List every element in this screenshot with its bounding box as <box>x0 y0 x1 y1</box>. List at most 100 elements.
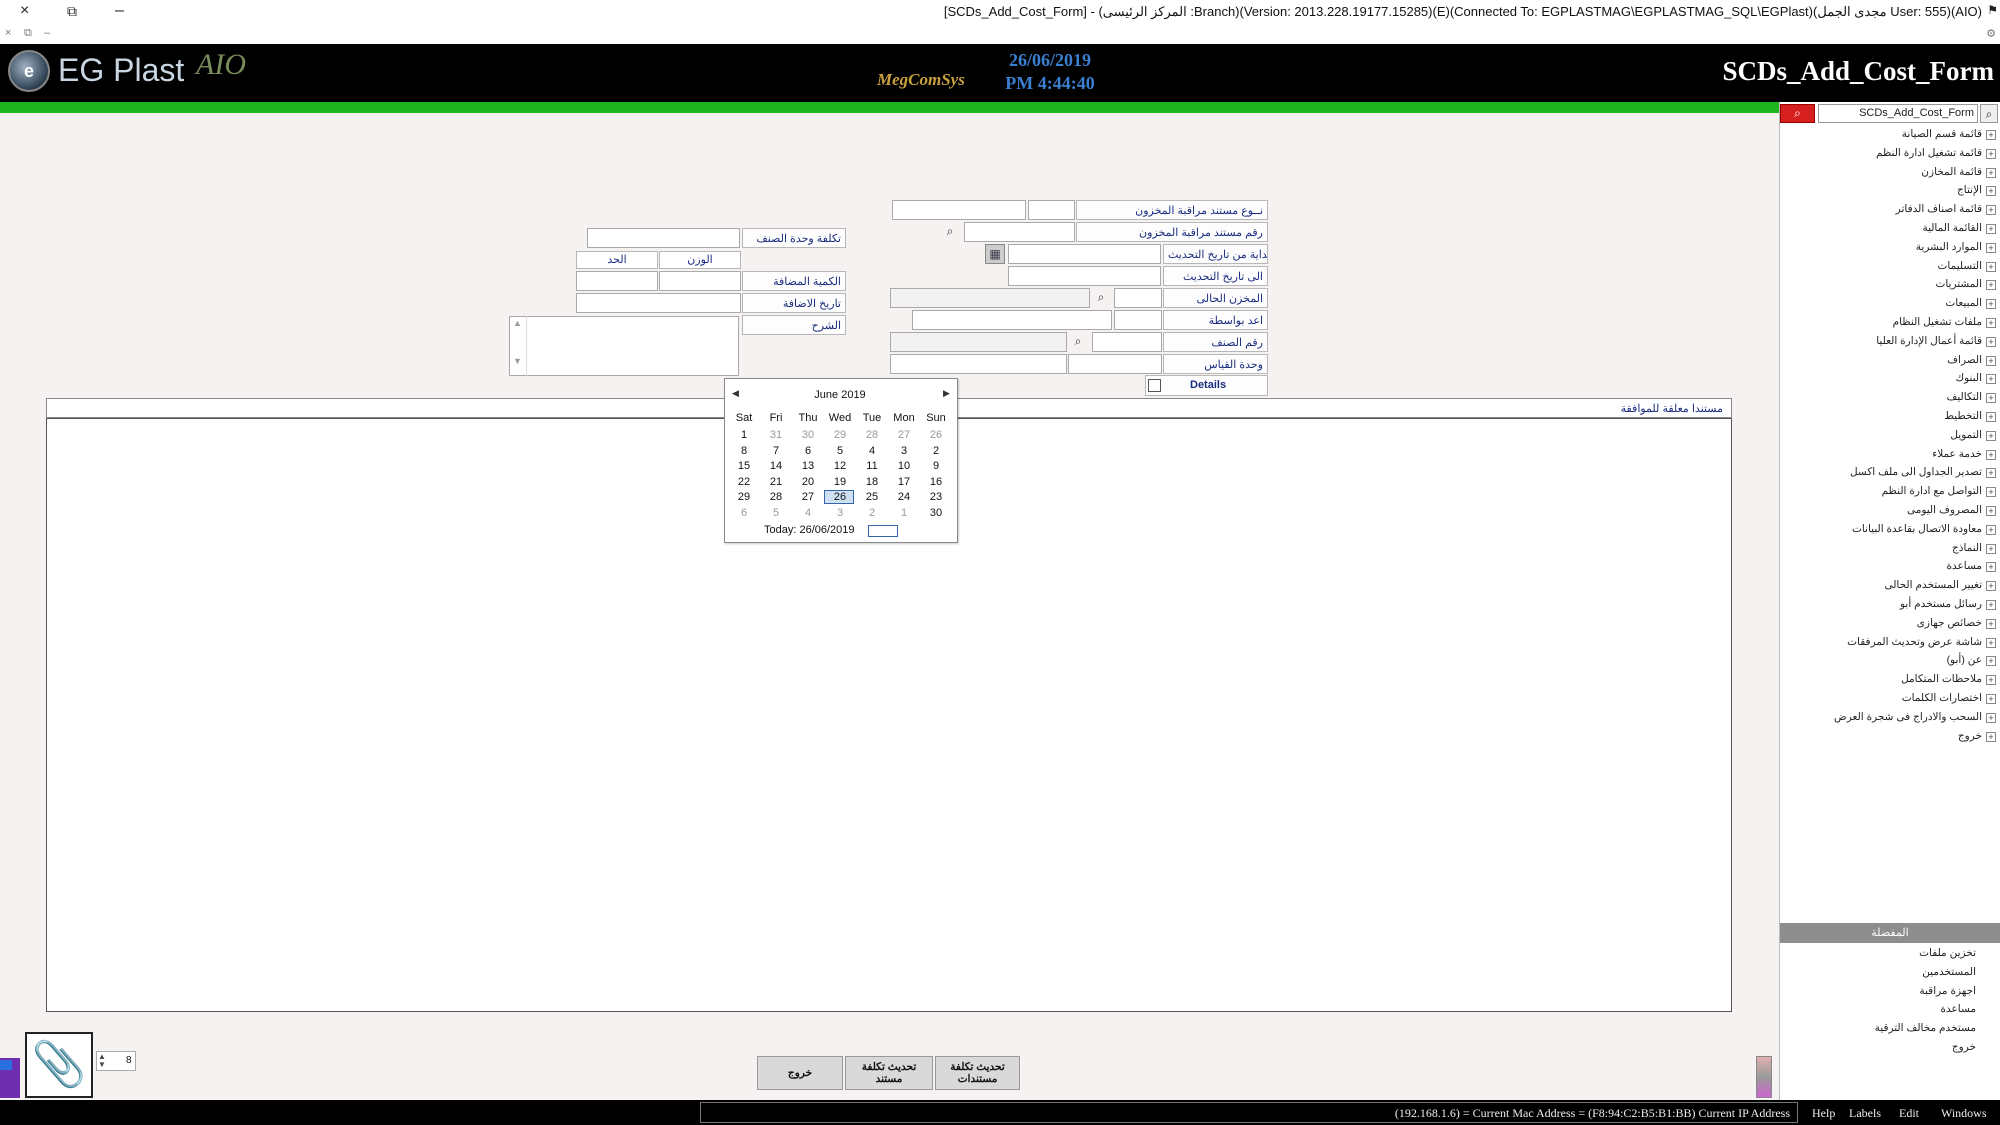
calendar-day[interactable]: 11 <box>857 460 887 472</box>
doc-number-input[interactable] <box>964 222 1075 242</box>
calendar-day[interactable]: 1 <box>889 507 919 519</box>
item-name-input[interactable] <box>890 332 1067 352</box>
store-search-icon[interactable]: ⌕ <box>1091 288 1111 308</box>
calendar-button-icon[interactable]: ▦ <box>985 244 1005 264</box>
tree-item[interactable]: شاشة عرض وتحديث المرفقات <box>1847 636 1982 648</box>
menu-help[interactable]: Help <box>1812 1106 1835 1121</box>
tree-item[interactable]: النماذج <box>1952 542 1982 554</box>
tree-item[interactable]: التمويل <box>1950 429 1982 441</box>
doc-number-search-icon[interactable]: ⌕ <box>940 222 960 242</box>
tree-item[interactable]: رسائل مستخدم أبو <box>1900 598 1982 610</box>
tree-expand-icon[interactable]: + <box>1986 167 1996 178</box>
tree-expand-icon[interactable]: + <box>1986 694 1996 704</box>
favorite-item[interactable]: تخزين ملفات <box>1919 947 1976 959</box>
calendar-day[interactable]: 6 <box>729 507 759 519</box>
tree-expand-icon[interactable]: + <box>1986 468 1996 479</box>
favorite-item[interactable]: اجهزة مراقبة <box>1919 985 1976 997</box>
tree-expand-icon[interactable]: + <box>1986 355 1996 366</box>
menu-edit[interactable]: Edit <box>1899 1106 1919 1121</box>
tree-item[interactable]: تغيير المستخدم الحالى <box>1884 579 1982 591</box>
calendar-day[interactable]: 19 <box>825 476 855 488</box>
tree-item[interactable]: خصائص جهازى <box>1917 617 1982 629</box>
tree-item[interactable]: قائمة اصناف الدفاتر <box>1896 203 1982 215</box>
tree-item[interactable]: عن (أبو) <box>1947 654 1982 666</box>
tree-item[interactable]: ملفات تشغيل النظام <box>1893 316 1982 328</box>
tree-expand-icon[interactable]: + <box>1986 130 1996 140</box>
tree-item[interactable]: المصروف اليومى <box>1907 504 1982 516</box>
minimize-icon[interactable]: – <box>115 2 124 20</box>
tree-item[interactable]: الإنتاج <box>1957 184 1982 196</box>
scroll-up-icon[interactable]: ▲ <box>509 318 526 328</box>
tree-item[interactable]: التكاليف <box>1946 391 1982 403</box>
tree-item[interactable]: التواصل مع ادارة النظم <box>1882 485 1982 497</box>
textarea-scrollbar[interactable]: ▲ ▼ <box>509 316 527 376</box>
search-icon[interactable]: ⌕ <box>1980 104 1998 123</box>
tree-item[interactable]: قائمة تشغيل ادارة النظم <box>1876 147 1982 159</box>
calendar-day[interactable]: 30 <box>793 429 823 441</box>
restore-icon[interactable]: ⧉ <box>67 3 77 20</box>
tree-item[interactable]: التخطيط <box>1944 410 1982 422</box>
calendar-day[interactable]: 28 <box>857 429 887 441</box>
tree-expand-icon[interactable]: + <box>1986 374 1996 385</box>
calendar-day[interactable]: 15 <box>729 460 759 472</box>
tree-search-button[interactable]: ⌕ <box>1780 104 1815 123</box>
tree-expand-icon[interactable]: + <box>1986 600 1996 610</box>
prepared-by-name-input[interactable] <box>912 310 1112 330</box>
limit-input[interactable] <box>576 271 658 291</box>
weight-input[interactable] <box>659 271 741 291</box>
calendar-day[interactable]: 26 <box>825 491 855 503</box>
tree-expand-icon[interactable]: + <box>1986 280 1996 291</box>
next-month-icon[interactable]: ▶ <box>943 388 950 399</box>
unit-cost-input[interactable] <box>587 228 740 248</box>
doc-type-name-input[interactable] <box>892 200 1026 220</box>
tree-expand-icon[interactable]: + <box>1986 261 1996 272</box>
pen-icon[interactable] <box>1756 1056 1772 1098</box>
calendar-day[interactable]: 17 <box>889 476 919 488</box>
calendar-today-link[interactable]: Today: 26/06/2019 <box>764 524 855 536</box>
calendar-month-title[interactable]: June 2019 <box>790 389 890 401</box>
favorite-item[interactable]: مساعدة <box>1941 1003 1976 1015</box>
calendar-day[interactable]: 3 <box>889 445 919 457</box>
calendar-day[interactable]: 6 <box>793 445 823 457</box>
calendar-day[interactable]: 22 <box>729 476 759 488</box>
tree-expand-icon[interactable]: + <box>1986 618 1996 629</box>
calendar-day[interactable]: 4 <box>857 445 887 457</box>
calendar-day[interactable]: 4 <box>793 507 823 519</box>
details-checkbox[interactable] <box>1148 379 1161 392</box>
tree-item[interactable]: قائمة قسم الصيانة <box>1902 128 1982 140</box>
mdi-settings-icon[interactable]: ⚙ <box>1986 27 1996 40</box>
tree-expand-icon[interactable]: + <box>1986 731 1996 742</box>
current-store-name-input[interactable] <box>890 288 1090 308</box>
tree-expand-icon[interactable]: + <box>1986 581 1996 592</box>
tree-expand-icon[interactable]: + <box>1986 675 1996 686</box>
tree-expand-icon[interactable]: + <box>1986 148 1996 159</box>
tree-item[interactable]: تصدير الجداول الى ملف اكسل <box>1850 466 1982 478</box>
to-date-input[interactable] <box>1008 266 1161 286</box>
calendar-day[interactable]: 2 <box>857 507 887 519</box>
tree-expand-icon[interactable]: + <box>1986 299 1996 310</box>
tree-expand-icon[interactable]: + <box>1986 656 1996 667</box>
calendar-day[interactable]: 31 <box>761 429 791 441</box>
tree-item[interactable]: قائمة المخازن <box>1921 166 1982 178</box>
tree-item[interactable]: السحب والادراج فى شجرة العرض <box>1834 711 1982 723</box>
calendar-day[interactable]: 1 <box>729 429 759 441</box>
add-date-input[interactable] <box>576 293 741 313</box>
calendar-day[interactable]: 9 <box>921 460 951 472</box>
mdi-minimize-icon[interactable]: – <box>44 27 50 39</box>
calendar-day[interactable]: 27 <box>889 429 919 441</box>
calendar-day[interactable]: 18 <box>857 476 887 488</box>
tree-item[interactable]: المشتريات <box>1935 278 1982 290</box>
tree-item[interactable]: خدمة عملاء <box>1932 448 1982 460</box>
spinner-arrows-icon[interactable]: ▲ ▼ <box>98 1053 108 1069</box>
tree-item[interactable]: خروج <box>1958 730 1982 742</box>
favorite-item[interactable]: المستخدمين <box>1922 966 1976 978</box>
calendar-day[interactable]: 28 <box>761 491 791 503</box>
tree-expand-icon[interactable]: + <box>1986 506 1996 516</box>
tree-item[interactable]: ملاحظات المتكامل <box>1901 673 1982 685</box>
favorite-item[interactable]: خروج <box>1952 1041 1976 1053</box>
update-doc-cost-button[interactable]: تحديث تكلفة مستند <box>845 1056 933 1090</box>
tree-item[interactable]: الصراف <box>1947 354 1982 366</box>
tree-item[interactable]: معاودة الاتصال بقاعدة البيانات <box>1852 523 1982 535</box>
calendar-day[interactable]: 16 <box>921 476 951 488</box>
calendar-day[interactable]: 7 <box>761 445 791 457</box>
